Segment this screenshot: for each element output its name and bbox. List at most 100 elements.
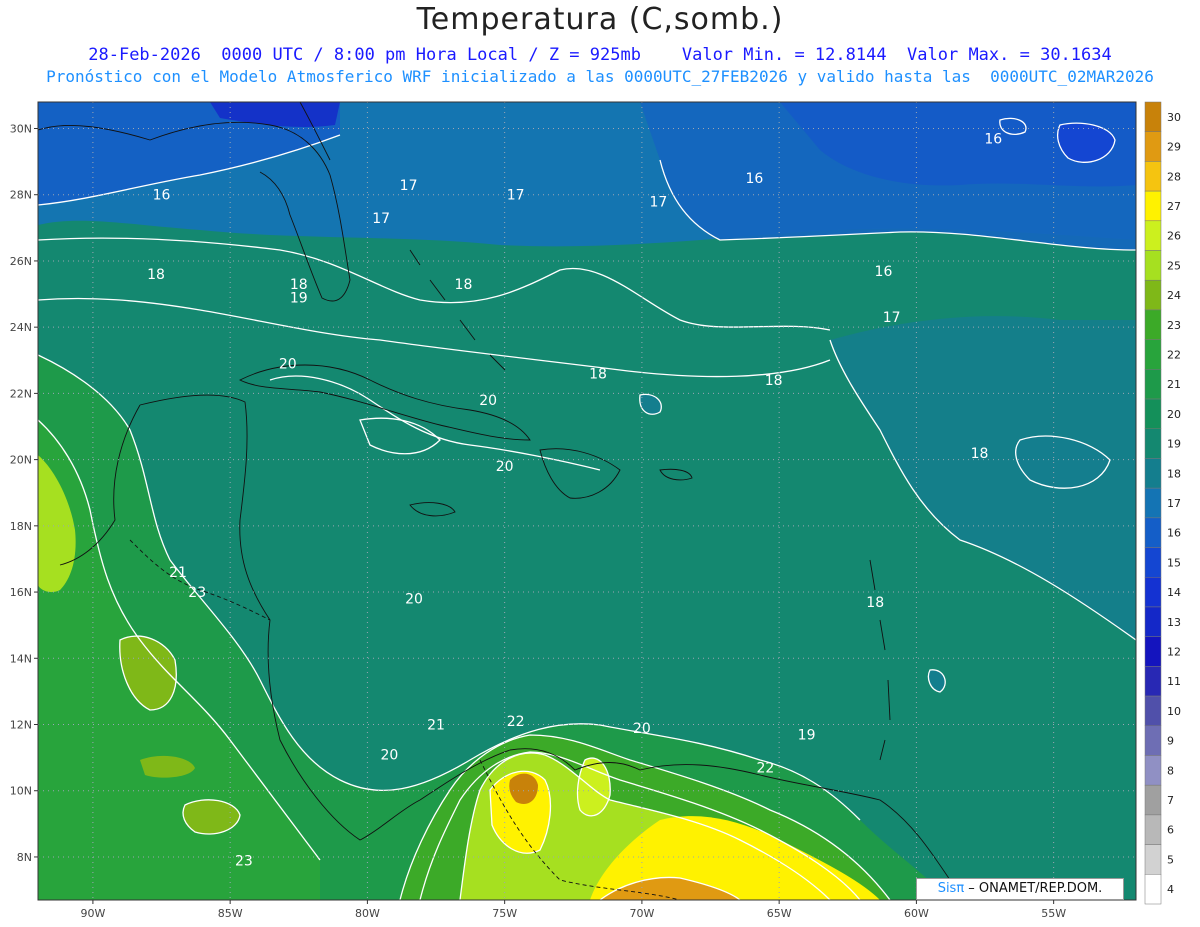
- lat-tick-label: 24N: [10, 321, 32, 334]
- lat-tick-label: 28N: [10, 189, 32, 202]
- lat-tick-label: 10N: [10, 785, 32, 798]
- colorbar-label: 14: [1167, 586, 1181, 599]
- colorbar-label: 30: [1167, 111, 1181, 124]
- lat-tick-label: 20N: [10, 454, 32, 467]
- lon-tick-label: 75W: [492, 907, 517, 920]
- contour-label: 20: [479, 393, 497, 409]
- colorbar-swatch: [1144, 695, 1162, 727]
- colorbar-swatch: [1144, 755, 1162, 786]
- contour-label: 19: [290, 290, 308, 306]
- contour-label: 17: [883, 310, 901, 326]
- colorbar-swatch: [1144, 161, 1162, 192]
- lon-tick-label: 90W: [80, 907, 105, 920]
- colorbar-label: 13: [1167, 616, 1181, 629]
- colorbar-swatch: [1144, 428, 1162, 459]
- contour-label: 17: [372, 211, 390, 227]
- colorbar-label: 25: [1167, 259, 1181, 272]
- colorbar-swatch: [1144, 814, 1162, 845]
- lat-tick-label: 30N: [10, 122, 32, 135]
- colorbar-swatch: [1144, 309, 1162, 340]
- colorbar-label: 19: [1167, 438, 1181, 451]
- colorbar-label: 16: [1167, 527, 1181, 540]
- contour-label: 21: [169, 565, 187, 581]
- longitude-axis: 90W 85W 80W 75W 70W 65W 60W 55W: [80, 900, 1066, 920]
- contour-label: 17: [400, 178, 418, 194]
- credit-text: – ONAMET/REP.DOM.: [964, 881, 1103, 896]
- colorbar-label: 7: [1167, 794, 1174, 807]
- colorbar-legend: 30 29 28 27 26 25 24 23 22 21 20 19 18 17 16 15 14 13 12 11…: [1144, 101, 1181, 905]
- colorbar-label: 6: [1167, 824, 1174, 837]
- colorbar-label: 11: [1167, 675, 1181, 688]
- contour-label: 18: [765, 373, 783, 389]
- credit-badge: Sisπ – ONAMET/REP.DOM.: [916, 878, 1124, 900]
- colorbar-label: 20: [1167, 408, 1181, 421]
- contour-label: 17: [649, 194, 667, 210]
- contour-label: 18: [589, 367, 607, 383]
- contour-label: 23: [235, 853, 253, 869]
- colorbar-label: 24: [1167, 289, 1181, 302]
- lat-tick-label: 22N: [10, 387, 32, 400]
- colorbar-label: 5: [1167, 853, 1174, 866]
- colorbar-label: 17: [1167, 497, 1181, 510]
- latitude-axis: 30N 28N 26N 24N 22N 20N 18N 16N 14N 12N 10N 8N: [10, 122, 38, 864]
- contour-label: 16: [875, 264, 893, 280]
- colorbar-swatch: [1144, 666, 1162, 697]
- contour-label: 20: [279, 357, 297, 373]
- colorbar-label: 29: [1167, 141, 1181, 154]
- colorbar-swatch: [1144, 250, 1162, 281]
- colorbar-label: 9: [1167, 735, 1174, 748]
- contour-label: 18: [147, 267, 165, 283]
- contour-label: 16: [984, 131, 1002, 147]
- contour-label: 20: [633, 721, 651, 737]
- contour-label: 22: [507, 714, 525, 730]
- temperature-field: [38, 102, 1136, 900]
- lon-tick-label: 70W: [629, 907, 654, 920]
- colorbar-label: 22: [1167, 348, 1181, 361]
- contour-label: 18: [455, 277, 473, 293]
- contour-label: 19: [798, 727, 816, 743]
- contour-label: 17: [507, 188, 525, 204]
- colorbar-swatch: [1144, 517, 1162, 548]
- contour-label: 23: [188, 585, 206, 601]
- colorbar-swatch: [1144, 220, 1162, 251]
- colorbar-swatch: [1144, 784, 1162, 816]
- contour-label: 21: [427, 718, 445, 734]
- contour-label: 20: [496, 459, 514, 475]
- contour-label: 18: [866, 595, 884, 611]
- contour-label: 20: [380, 747, 398, 763]
- colorbar-label: 10: [1167, 705, 1181, 718]
- colorbar-swatch: [1144, 547, 1162, 578]
- lat-tick-label: 16N: [10, 586, 32, 599]
- colorbar-label: 12: [1167, 646, 1181, 659]
- lat-tick-label: 8N: [17, 851, 32, 864]
- colorbar-swatch: [1144, 398, 1162, 429]
- contour-label: 16: [153, 188, 171, 204]
- colorbar-swatch: [1144, 874, 1162, 905]
- colorbar-label: 23: [1167, 319, 1181, 332]
- contour-label: 20: [405, 592, 423, 608]
- colorbar-swatch: [1144, 487, 1162, 519]
- contour-label: 16: [746, 171, 764, 187]
- lat-tick-label: 26N: [10, 255, 32, 268]
- colorbar-swatch: [1144, 606, 1162, 637]
- lon-tick-label: 85W: [218, 907, 243, 920]
- colorbar-swatch: [1144, 101, 1162, 132]
- colorbar-swatch: [1144, 725, 1162, 756]
- colorbar-swatch: [1144, 279, 1162, 311]
- lon-tick-label: 55W: [1041, 907, 1066, 920]
- lon-tick-label: 80W: [355, 907, 380, 920]
- colorbar-swatch: [1144, 131, 1162, 162]
- contour-label: 22: [757, 761, 775, 777]
- colorbar-label: 8: [1167, 764, 1174, 777]
- colorbar-label: 26: [1167, 230, 1181, 243]
- colorbar-label: 15: [1167, 556, 1181, 569]
- lat-tick-label: 12N: [10, 719, 32, 732]
- colorbar-label: 28: [1167, 170, 1181, 183]
- colorbar-swatch: [1144, 339, 1162, 370]
- lat-tick-label: 14N: [10, 652, 32, 665]
- lat-tick-label: 18N: [10, 520, 32, 533]
- colorbar-label: 27: [1167, 200, 1181, 213]
- colorbar-swatch: [1144, 458, 1162, 489]
- lon-tick-label: 65W: [767, 907, 792, 920]
- lon-tick-label: 60W: [904, 907, 929, 920]
